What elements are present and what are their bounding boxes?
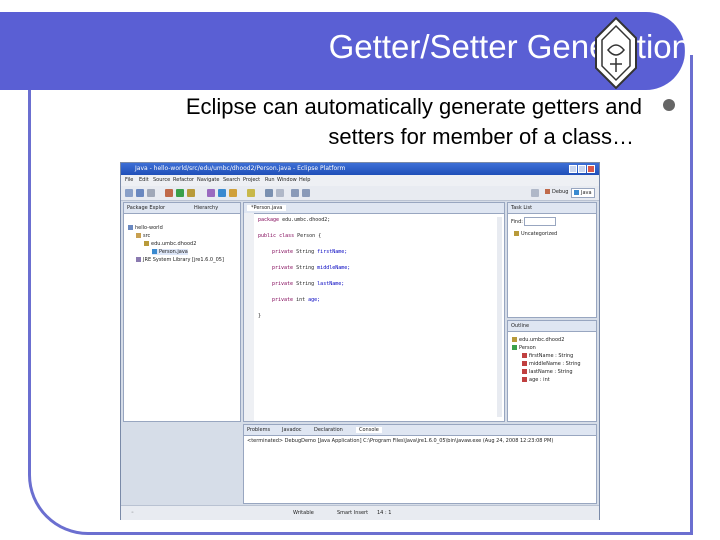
console-panel: Problems Javadoc Declaration Console <te… <box>243 424 597 504</box>
outline-tabs: Outline <box>508 321 596 332</box>
tab-person-java[interactable]: *Person.java <box>247 205 287 211</box>
menu-search[interactable]: Search <box>223 177 240 183</box>
open-perspective-icon[interactable] <box>531 189 539 197</box>
editor-tabs: *Person.java <box>244 203 504 214</box>
outline-field-middlename[interactable]: middleName : String <box>522 361 581 367</box>
tab-javadoc[interactable]: Javadoc <box>282 427 302 433</box>
eclipse-window: Java - hello-world/src/edu/umbc/dhood2/P… <box>120 162 600 520</box>
menu-navigate[interactable]: Navigate <box>197 177 219 183</box>
package-explorer-panel: Package Explor Hierarchy hello-world src… <box>123 202 241 422</box>
status-insert-mode: Smart Insert <box>337 510 369 516</box>
menu-run[interactable]: Run <box>265 177 275 183</box>
menu-project[interactable]: Project <box>243 177 260 183</box>
outline-package[interactable]: edu.umbc.dhood2 <box>512 337 564 343</box>
tab-package-explorer[interactable]: Package Explor <box>127 205 165 211</box>
status-bar: ◦ Writable Smart Insert 14 : 1 <box>121 505 599 520</box>
status-icon: ◦ <box>131 510 134 516</box>
menu-bar: File Edit Source Refactor Navigate Searc… <box>121 175 599 186</box>
tree-person-java[interactable]: Person.java <box>152 249 188 255</box>
editor-panel[interactable]: *Person.java package edu.umbc.dhood2; pu… <box>243 202 505 422</box>
menu-source[interactable]: Source <box>153 177 170 183</box>
new-package-icon[interactable] <box>207 189 215 197</box>
print-icon[interactable] <box>147 189 155 197</box>
menu-window[interactable]: Window <box>277 177 297 183</box>
code-line-class[interactable]: public class Person { <box>258 233 321 239</box>
task-uncategorized[interactable]: Uncategorized <box>514 231 557 237</box>
run-icon[interactable] <box>176 189 184 197</box>
code-line-lastname[interactable]: private String lastName; <box>272 281 344 287</box>
editor-scrollbar[interactable] <box>497 217 502 417</box>
tab-problems[interactable]: Problems <box>247 427 270 433</box>
tab-hierarchy[interactable]: Hierarchy <box>194 205 218 211</box>
editor-gutter <box>244 213 254 421</box>
tree-jre-library[interactable]: JRE System Library [jre1.6.0_05] <box>136 257 224 263</box>
task-find-input[interactable] <box>524 217 556 226</box>
perspective-java[interactable]: Java <box>571 188 595 198</box>
window-titlebar: Java - hello-world/src/edu/umbc/dhood2/P… <box>121 163 599 175</box>
window-title: Java - hello-world/src/edu/umbc/dhood2/P… <box>135 165 346 172</box>
maximize-icon[interactable] <box>578 165 586 173</box>
status-cursor-position: 14 : 1 <box>377 510 392 516</box>
bullet-text: Eclipse can automatically generate gette… <box>60 92 642 152</box>
bullet-line-2: setters for member of a class… <box>328 124 634 149</box>
external-tools-icon[interactable] <box>187 189 195 197</box>
outline-class-person[interactable]: Person <box>512 345 536 351</box>
tab-console[interactable]: Console <box>356 427 382 433</box>
tree-project[interactable]: hello-world <box>128 225 163 231</box>
save-icon[interactable] <box>136 189 144 197</box>
task-list-tabs: Task List <box>508 203 596 214</box>
perspective-debug[interactable]: Debug <box>545 189 568 195</box>
code-line-package[interactable]: package edu.umbc.dhood2; <box>258 217 330 223</box>
outline-field-firstname[interactable]: firstName : String <box>522 353 573 359</box>
annotation-icon[interactable] <box>276 189 284 197</box>
code-line-close[interactable]: } <box>258 313 261 319</box>
menu-file[interactable]: File <box>125 177 133 183</box>
debug-icon[interactable] <box>165 189 173 197</box>
status-writable: Writable <box>293 510 314 516</box>
menu-refactor[interactable]: Refactor <box>173 177 194 183</box>
outline-field-age[interactable]: age : int <box>522 377 550 383</box>
tab-task-list[interactable]: Task List <box>511 205 532 211</box>
menu-edit[interactable]: Edit <box>139 177 149 183</box>
tab-outline[interactable]: Outline <box>511 323 529 329</box>
code-line-middlename[interactable]: private String middleName; <box>272 265 350 271</box>
tab-declaration[interactable]: Declaration <box>314 427 343 433</box>
bullet-line-1: Eclipse can automatically generate gette… <box>185 94 642 119</box>
search-icon[interactable] <box>247 189 255 197</box>
tree-package[interactable]: edu.umbc.dhood2 <box>144 241 196 247</box>
bottom-tabs: Problems Javadoc Declaration Console <box>244 425 596 436</box>
code-line-firstname[interactable]: private String firstName; <box>272 249 347 255</box>
close-icon[interactable] <box>587 165 595 173</box>
tree-src[interactable]: src <box>136 233 150 239</box>
back-icon[interactable] <box>291 189 299 197</box>
university-logo-icon <box>595 16 637 90</box>
left-bottom-filler <box>123 424 241 504</box>
bullet-dot <box>663 99 675 111</box>
new-class-icon[interactable] <box>218 189 226 197</box>
main-toolbar: Debug Java <box>121 186 599 201</box>
minimize-icon[interactable] <box>569 165 577 173</box>
open-type-icon[interactable] <box>229 189 237 197</box>
console-output: <terminated> DebugDemo [Java Application… <box>247 438 554 444</box>
find-label: Find: <box>511 219 523 225</box>
forward-icon[interactable] <box>302 189 310 197</box>
slide-title: Getter/Setter Generation <box>328 28 690 65</box>
task-list-panel: Task List Find: Uncategorized <box>507 202 597 318</box>
outline-field-lastname[interactable]: lastName : String <box>522 369 573 375</box>
menu-help[interactable]: Help <box>299 177 310 183</box>
package-explorer-tabs: Package Explor Hierarchy <box>124 203 240 214</box>
code-line-age[interactable]: private int age; <box>272 297 320 303</box>
toggle-mark-icon[interactable] <box>265 189 273 197</box>
new-icon[interactable] <box>125 189 133 197</box>
outline-panel: Outline edu.umbc.dhood2 Person firstName… <box>507 320 597 422</box>
